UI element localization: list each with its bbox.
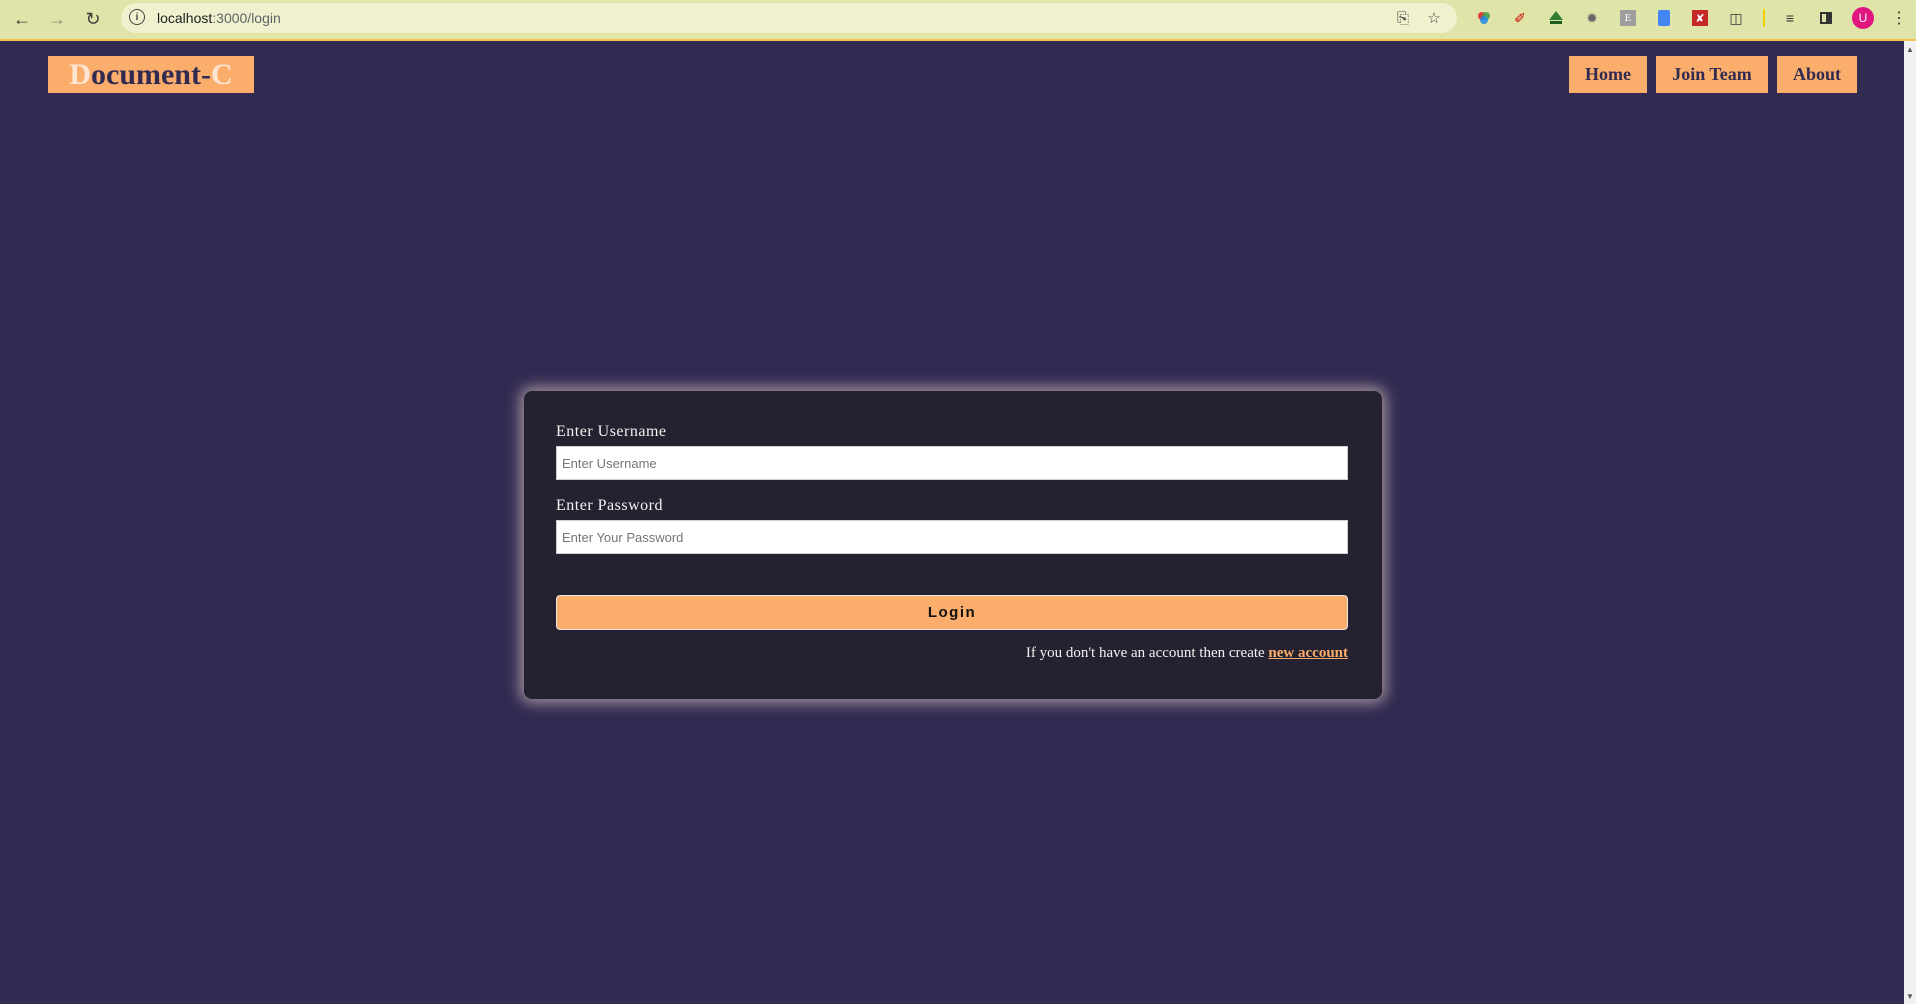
logo-last-letter: C: [210, 57, 233, 91]
nav-home[interactable]: Home: [1569, 56, 1647, 93]
scroll-down-icon[interactable]: ▼: [1904, 990, 1916, 1002]
info-icon[interactable]: i: [129, 9, 145, 25]
login-card: Enter Username Enter Password Login If y…: [524, 391, 1382, 699]
new-account-link[interactable]: new account: [1268, 645, 1348, 661]
e-extension-icon[interactable]: E: [1617, 7, 1639, 29]
address-bar[interactable]: i localhost:3000/login ⎘ ☆: [121, 3, 1457, 33]
password-label: Enter Password: [556, 497, 663, 514]
login-button[interactable]: Login: [556, 595, 1348, 630]
nav-join-team[interactable]: Join Team: [1656, 56, 1768, 93]
logo-first-letter: D: [69, 57, 91, 91]
bookmark-star-icon[interactable]: ☆: [1424, 8, 1444, 28]
color-wheel-extension-icon[interactable]: [1473, 7, 1495, 29]
url-text[interactable]: localhost:3000/login: [157, 10, 281, 26]
kebab-menu-icon[interactable]: ⋮: [1888, 7, 1910, 29]
back-arrow-icon[interactable]: ←: [9, 6, 35, 32]
bug-extension-icon[interactable]: ✹: [1581, 7, 1603, 29]
logo-middle-text: ocument-: [91, 57, 211, 91]
puzzle-extensions-icon[interactable]: ◫: [1725, 7, 1747, 29]
toolbar-separator: [1763, 9, 1765, 27]
site-logo[interactable]: Document- C: [48, 56, 254, 93]
signup-prompt: If you don't have an account then create…: [1026, 645, 1348, 662]
red-extension-icon[interactable]: ✘: [1689, 7, 1711, 29]
side-panel-icon[interactable]: [1815, 7, 1837, 29]
username-input[interactable]: [556, 446, 1348, 480]
pen-extension-icon[interactable]: ✐: [1509, 7, 1531, 29]
profile-avatar[interactable]: U: [1852, 7, 1874, 29]
page-scrollbar[interactable]: ▲ ▼: [1904, 41, 1916, 1004]
signup-text: If you don't have an account then create: [1025, 645, 1269, 661]
browser-toolbar: ← → ↻ i localhost:3000/login ⎘ ☆ ✐ ✹ E ✘…: [0, 0, 1916, 41]
scroll-up-icon[interactable]: ▲: [1904, 43, 1916, 55]
forward-arrow-icon[interactable]: →: [44, 6, 70, 32]
reload-icon[interactable]: ↻: [80, 6, 106, 32]
password-input[interactable]: [556, 520, 1348, 554]
media-queue-icon[interactable]: ≡: [1779, 7, 1801, 29]
nav-about[interactable]: About: [1777, 56, 1857, 93]
tree-extension-icon[interactable]: [1545, 7, 1567, 29]
username-label: Enter Username: [556, 423, 667, 440]
doc-extension-icon[interactable]: [1653, 7, 1675, 29]
install-app-icon[interactable]: ⎘: [1393, 8, 1413, 28]
